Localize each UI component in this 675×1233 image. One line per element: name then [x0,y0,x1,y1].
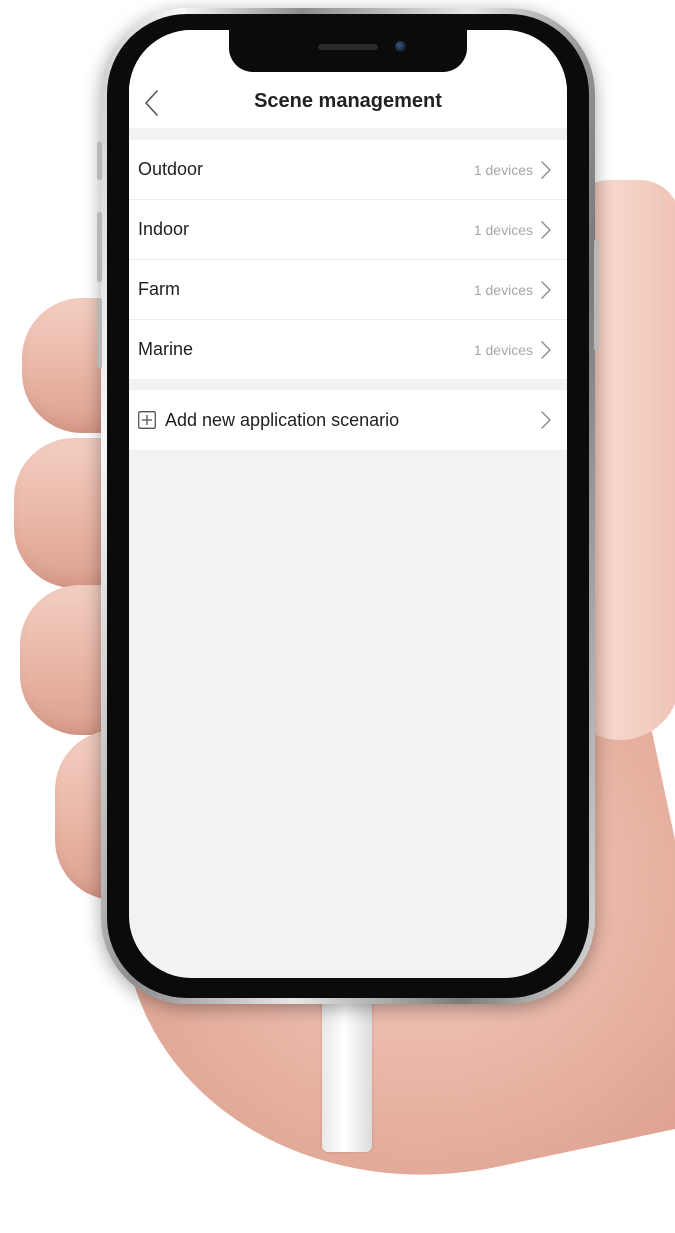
plus-square-icon [138,411,156,429]
scene-name: Outdoor [138,159,204,179]
scene-row-indoor[interactable]: Indoor 1 devices [129,200,567,260]
scene-device-count: 1 devices [473,162,533,178]
chevron-right-icon [540,220,552,240]
chevron-right-icon [540,280,552,300]
scene-row-marine[interactable]: Marine 1 devices [129,320,567,379]
front-camera [395,41,406,52]
chevron-right-icon [540,340,552,360]
add-scene-button[interactable]: Add new application scenario [129,390,567,450]
scene-name: Marine [138,339,194,359]
add-scene-group: Add new application scenario [129,390,567,450]
scene-device-count: 1 devices [473,282,533,298]
chevron-right-icon [540,160,552,180]
page-title: Scene management [254,90,442,112]
phone-power-button [594,240,599,350]
app-screen: Scene management Outdoor 1 devices Indoo… [129,30,567,978]
chevron-right-icon [540,410,552,430]
scene-row-farm[interactable]: Farm 1 devices [129,260,567,320]
scene-row-outdoor[interactable]: Outdoor 1 devices [129,140,567,200]
phone-volume-down-button [97,298,102,368]
phone-notch [229,30,467,72]
scene-device-count: 1 devices [473,222,533,238]
scene-list: Outdoor 1 devices Indoor 1 devices Farm … [129,140,567,379]
scene-name: Farm [138,279,180,299]
scene-device-count: 1 devices [473,342,533,358]
phone-volume-up-button [97,212,102,282]
add-scene-label: Add new application scenario [165,410,400,430]
phone-mute-switch [97,142,102,180]
charging-cable [322,992,372,1152]
scene-name: Indoor [138,219,190,239]
phone-speaker [318,44,378,50]
